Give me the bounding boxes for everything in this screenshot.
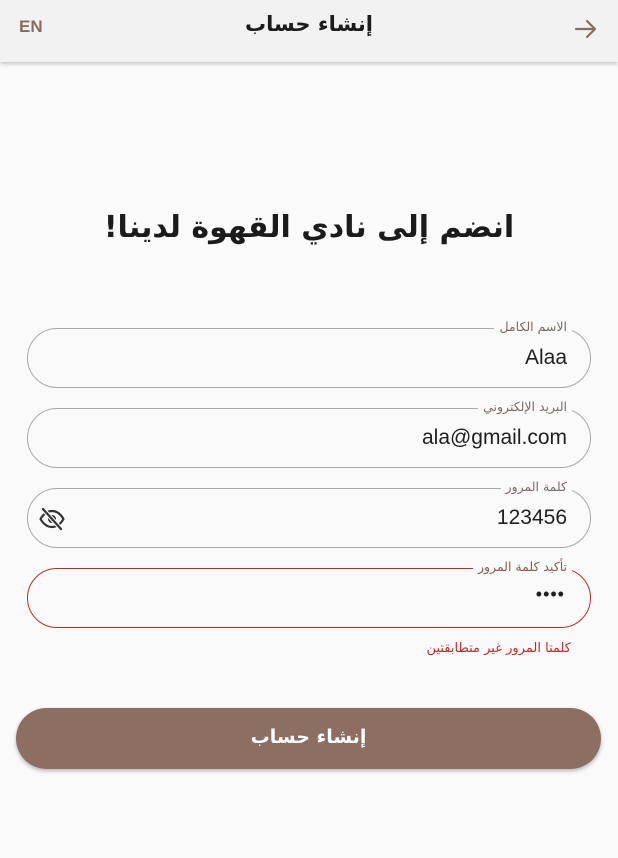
password-label: كلمة المرور — [500, 477, 572, 497]
password-field[interactable]: كلمة المرور 123456 — [27, 477, 591, 548]
password-visibility-toggle[interactable] — [38, 505, 66, 533]
confirm-password-field[interactable]: تأكيد كلمة المرور •••• — [27, 557, 591, 628]
full-name-label: الاسم الكامل — [494, 317, 572, 337]
headline: انضم إلى نادي القهوة لدينا! — [103, 210, 515, 245]
confirm-password-label: تأكيد كلمة المرور — [472, 557, 572, 577]
arrow-forward-icon — [574, 19, 597, 39]
app-bar: EN إنشاء حساب — [0, 0, 618, 62]
email-field[interactable]: البريد الإلكتروني ala@gmail.com — [27, 397, 591, 468]
full-name-field[interactable]: الاسم الكامل Alaa — [27, 317, 591, 388]
confirm-password-value: •••• — [535, 584, 565, 604]
create-account-button[interactable]: إنشاء حساب — [16, 708, 601, 769]
email-label: البريد الإلكتروني — [478, 397, 572, 417]
full-name-value: Alaa — [524, 346, 567, 369]
password-value: 123456 — [496, 506, 567, 529]
page-title: إنشاء حساب — [245, 12, 373, 36]
eye-off-icon — [39, 506, 65, 532]
password-mismatch-error: كلمتا المرور غير متطابقتين — [426, 641, 571, 656]
email-value: ala@gmail.com — [421, 426, 567, 449]
back-button[interactable] — [571, 14, 601, 44]
